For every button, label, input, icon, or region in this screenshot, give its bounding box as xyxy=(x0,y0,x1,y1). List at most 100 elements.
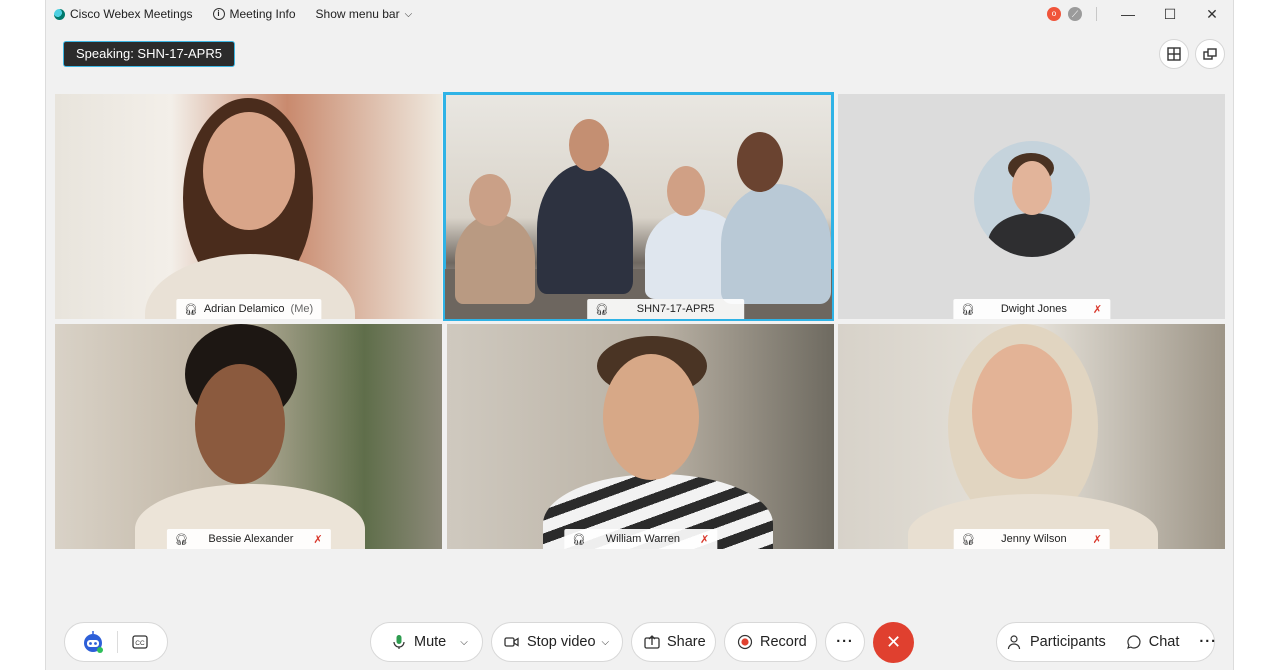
participant-name: Bessie Alexander xyxy=(208,533,294,545)
close-icon: ✕ xyxy=(885,632,902,652)
grid-layout-button[interactable] xyxy=(1159,39,1189,69)
meeting-info-button[interactable]: i Meeting Info xyxy=(203,0,306,28)
more-icon: ··· xyxy=(836,634,854,650)
participant-label: 🎧︎ Dwight Jones ✗ xyxy=(952,299,1111,319)
app-title: Cisco Webex Meetings xyxy=(46,0,203,28)
headset-icon: 🎧︎ xyxy=(183,303,198,316)
record-button[interactable]: Record xyxy=(724,622,817,662)
show-menu-bar-label: Show menu bar xyxy=(315,7,400,21)
microphone-icon xyxy=(393,635,405,649)
participant-label: 🎧︎ Bessie Alexander ✗ xyxy=(166,529,331,549)
popout-layout-button[interactable] xyxy=(1195,39,1225,69)
participant-suffix: (Me) xyxy=(290,303,314,315)
person-face xyxy=(203,112,295,230)
participant-name: SHN7-17-APR5 xyxy=(636,303,715,315)
participant-name: Jenny Wilson xyxy=(1001,533,1067,545)
person-body xyxy=(988,213,1076,257)
participants-label: Participants xyxy=(1030,634,1106,650)
minimize-button[interactable]: — xyxy=(1107,0,1149,28)
window-controls: o ⟋ — ☐ ✕ xyxy=(1047,0,1233,28)
share-icon xyxy=(644,635,660,649)
chat-button[interactable]: Chat xyxy=(1116,623,1190,661)
record-icon xyxy=(737,634,753,650)
avatar xyxy=(974,141,1090,257)
show-menu-bar-button[interactable]: Show menu bar ⌵ xyxy=(306,0,423,28)
share-label: Share xyxy=(667,634,706,650)
person-body xyxy=(455,214,535,304)
info-icon: i xyxy=(212,8,225,20)
video-group: Stop video ⌵ xyxy=(491,622,623,662)
video-tile-dwight[interactable]: 🎧︎ Dwight Jones ✗ xyxy=(838,94,1225,319)
share-content: Share xyxy=(632,623,718,661)
more-panels-button[interactable]: ··· xyxy=(1189,623,1217,661)
multi-window-icon xyxy=(1203,48,1217,60)
maximize-button[interactable]: ☐ xyxy=(1149,0,1191,28)
mute-label: Mute xyxy=(414,634,447,650)
notification-badge[interactable]: o xyxy=(1047,7,1061,21)
person-face xyxy=(667,166,705,216)
video-tile-adrian[interactable]: 🎧︎ Adrian Delamico (Me) xyxy=(55,94,442,319)
headset-icon: 🎧︎ xyxy=(960,303,975,316)
audio-options-button[interactable]: ⌵ xyxy=(456,623,480,661)
muted-mic-icon: ✗ xyxy=(1092,533,1102,546)
leave-meeting-button[interactable]: ✕ xyxy=(873,622,914,663)
participants-button[interactable]: Participants xyxy=(997,623,1116,661)
headset-icon: 🎧︎ xyxy=(571,533,586,546)
video-tile-william[interactable]: 🎧︎ William Warren ✗ xyxy=(447,324,834,549)
assistant-bot-icon xyxy=(84,631,103,653)
grid-icon xyxy=(1167,47,1181,61)
video-tile-bessie[interactable]: 🎧︎ Bessie Alexander ✗ xyxy=(55,324,442,549)
person-face xyxy=(737,132,783,192)
participant-name: Dwight Jones xyxy=(1000,303,1067,315)
title-bar: Cisco Webex Meetings i Meeting Info Show… xyxy=(46,0,1233,28)
person-face xyxy=(603,354,699,480)
participant-label: 🎧︎ SHN7-17-APR5 xyxy=(586,299,745,319)
closed-captions-button[interactable]: CC xyxy=(118,623,162,661)
chevron-down-icon: ⌵ xyxy=(404,8,413,20)
person-body xyxy=(721,184,831,304)
video-tile-shn7[interactable]: 🎧︎ SHN7-17-APR5 xyxy=(443,92,834,321)
mute-button[interactable]: Mute xyxy=(371,623,456,661)
stop-video-label: Stop video xyxy=(527,634,596,650)
headset-icon: 🎧︎ xyxy=(594,303,609,316)
webex-logo-icon xyxy=(54,8,65,20)
person-face xyxy=(972,344,1072,479)
panels-group: Participants Chat ··· xyxy=(996,622,1217,662)
person-body xyxy=(537,164,633,294)
participants-icon xyxy=(1007,635,1021,650)
record-label: Record xyxy=(760,634,807,650)
muted-mic-icon: ✗ xyxy=(699,533,710,546)
participant-label: 🎧︎ Jenny Wilson ✗ xyxy=(953,529,1110,549)
active-speaker-indicator: Speaking: SHN-17-APR5 xyxy=(63,41,235,67)
stop-video-button[interactable]: Stop video xyxy=(492,623,602,661)
person-face xyxy=(195,364,285,484)
record-content: Record xyxy=(725,623,819,661)
webex-assistant-button[interactable] xyxy=(65,623,105,661)
closed-captions-icon: CC xyxy=(132,635,148,649)
more-options-button[interactable]: ··· xyxy=(825,622,865,662)
assistant-captions-group: CC xyxy=(64,622,168,662)
close-window-button[interactable]: ✕ xyxy=(1191,0,1233,28)
video-tile-jenny[interactable]: 🎧︎ Jenny Wilson ✗ xyxy=(838,324,1225,549)
video-camera-icon xyxy=(504,637,519,647)
chevron-down-icon: ⌵ xyxy=(460,636,468,648)
participant-label: 🎧︎ Adrian Delamico (Me) xyxy=(175,299,322,319)
webex-window: Cisco Webex Meetings i Meeting Info Show… xyxy=(45,0,1234,670)
mute-group: Mute ⌵ xyxy=(370,622,483,662)
muted-mic-icon: ✗ xyxy=(313,533,323,546)
participant-name: Adrian Delamico xyxy=(203,303,285,315)
headset-icon: 🎧︎ xyxy=(961,533,976,546)
person-face xyxy=(569,119,609,171)
person-face xyxy=(1012,161,1052,215)
connection-icon[interactable]: ⟋ xyxy=(1068,7,1082,21)
person-face xyxy=(469,174,511,226)
share-button[interactable]: Share xyxy=(631,622,716,662)
app-name: Cisco Webex Meetings xyxy=(70,7,193,21)
video-options-button[interactable]: ⌵ xyxy=(602,623,620,661)
participant-name: William Warren xyxy=(605,533,680,545)
svg-text:CC: CC xyxy=(135,640,145,647)
muted-mic-icon: ✗ xyxy=(1092,303,1103,316)
more-icon: ··· xyxy=(1199,634,1217,650)
chat-label: Chat xyxy=(1148,634,1180,650)
chevron-down-icon: ⌵ xyxy=(601,636,610,648)
